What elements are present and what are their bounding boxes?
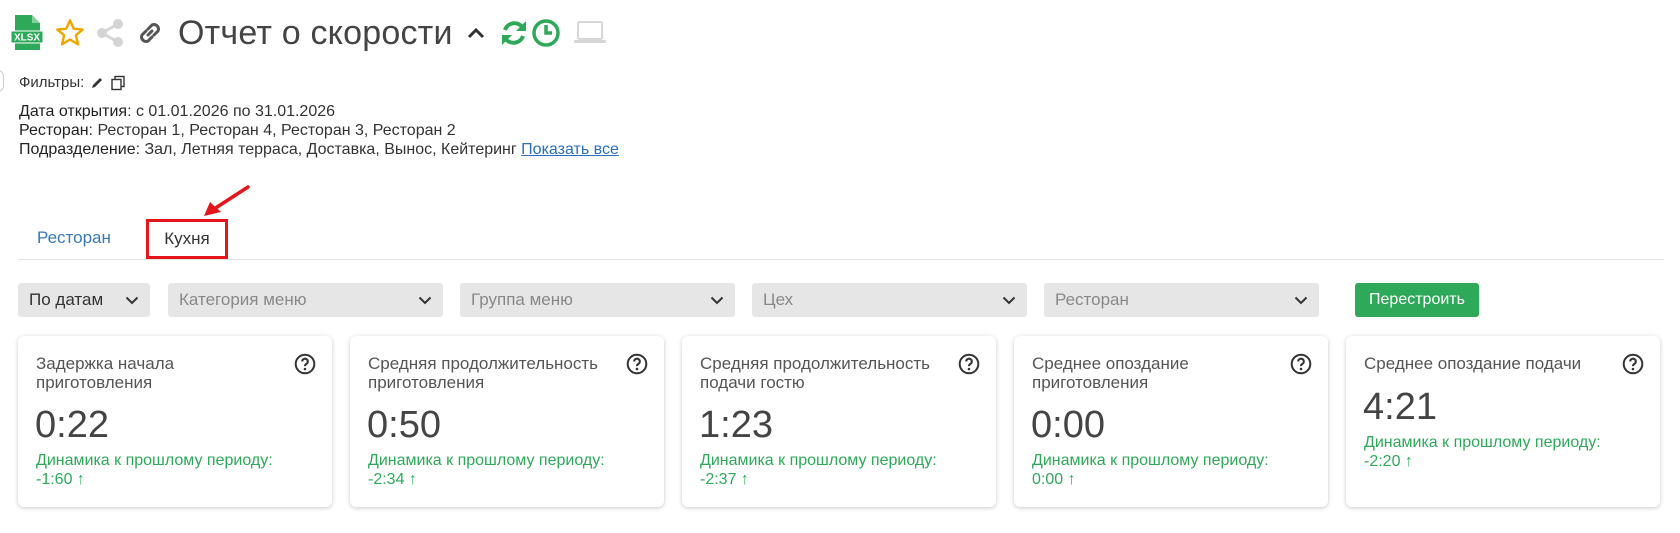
dynamics-label: Динамика к прошлому периоду: xyxy=(368,452,605,469)
card-dynamics: Динамика к прошлому периоду: -1:60 ↑ xyxy=(36,451,273,489)
chevron-down-icon xyxy=(1002,296,1016,304)
chevron-down-icon xyxy=(125,296,139,304)
page-title: Отчет о скорости xyxy=(178,13,453,52)
kpi-card: Средняя продолжительность приготовления … xyxy=(350,336,664,507)
clock-icon[interactable] xyxy=(531,18,561,48)
dynamics-value: -2:37 ↑ xyxy=(700,471,749,488)
rebuild-button[interactable]: Перестроить xyxy=(1355,283,1479,317)
show-all-link[interactable]: Показать все xyxy=(521,141,619,158)
kpi-card: Средняя продолжительность подачи гостю 1… xyxy=(682,336,996,507)
filter-value: : Зал, Летняя терраса, Доставка, Вынос, … xyxy=(135,141,522,158)
card-title: Средняя продолжительность приготовления xyxy=(368,354,599,392)
filter-label: Подразделение xyxy=(19,141,136,158)
pencil-icon[interactable] xyxy=(90,76,104,90)
dynamics-value: -2:34 ↑ xyxy=(368,471,417,488)
filter-label: Дата открытия xyxy=(19,103,128,120)
select-placeholder: Категория меню xyxy=(179,290,307,309)
svg-text:XLSX: XLSX xyxy=(14,33,40,44)
select-placeholder: Группа меню xyxy=(471,290,573,309)
laptop-icon[interactable] xyxy=(573,19,607,47)
report-toolbar: XLSX Отчет о скорости xyxy=(10,10,607,56)
refresh-icon[interactable] xyxy=(499,18,529,48)
select-placeholder: Цех xyxy=(763,290,794,309)
card-title: Среднее опоздание приготовления xyxy=(1032,354,1189,392)
card-value: 0:00 xyxy=(1031,404,1105,446)
chevron-down-icon xyxy=(710,296,724,304)
filter-value: : Ресторан 1, Ресторан 4, Ресторан 3, Ре… xyxy=(88,122,456,139)
card-dynamics: Динамика к прошлому периоду: 0:00 ↑ xyxy=(1032,451,1269,489)
card-dynamics: Динамика к прошлому периоду: -2:20 ↑ xyxy=(1364,433,1601,471)
card-value: 4:21 xyxy=(1363,386,1437,428)
filters-label: Фильтры: xyxy=(19,74,85,91)
chevron-down-icon xyxy=(1294,296,1308,304)
filter-row-date: Дата открытия: с 01.01.2026 по 31.01.202… xyxy=(19,102,619,121)
select-workshop[interactable]: Цех xyxy=(752,283,1027,317)
dynamics-label: Динамика к прошлому периоду: xyxy=(1032,452,1269,469)
tabs-bar: Ресторан Кухня xyxy=(18,218,1664,260)
dynamics-label: Динамика к прошлому периоду: xyxy=(36,452,273,469)
dynamics-value: -1:60 ↑ xyxy=(36,471,85,488)
dynamics-label: Динамика к прошлому периоду: xyxy=(1364,434,1601,451)
card-title: Средняя продолжительность подачи гостю xyxy=(700,354,931,392)
select-restaurant[interactable]: Ресторан xyxy=(1044,283,1319,317)
filters-list: Дата открытия: с 01.01.2026 по 31.01.202… xyxy=(19,102,619,159)
filters-header: Фильтры: xyxy=(19,74,126,91)
select-placeholder: Ресторан xyxy=(1055,290,1129,309)
chevron-down-icon xyxy=(418,296,432,304)
kpi-card: Среднее опоздание подачи 4:21 Динамика к… xyxy=(1346,336,1660,507)
chevron-up-icon[interactable] xyxy=(467,26,485,40)
tab-restaurant[interactable]: Ресторан xyxy=(37,228,111,248)
help-icon[interactable] xyxy=(958,353,980,380)
dynamics-value: -2:20 ↑ xyxy=(1364,453,1413,470)
select-by-dates[interactable]: По датам xyxy=(18,283,150,317)
select-menu-category[interactable]: Категория меню xyxy=(168,283,443,317)
filter-row-division: Подразделение: Зал, Летняя терраса, Дост… xyxy=(19,140,619,159)
kpi-card: Среднее опоздание приготовления 0:00 Дин… xyxy=(1014,336,1328,507)
filter-label: Ресторан xyxy=(19,122,89,139)
help-icon[interactable] xyxy=(626,353,648,380)
annotation-arrow-icon xyxy=(204,185,250,216)
card-dynamics: Динамика к прошлому периоду: -2:37 ↑ xyxy=(700,451,937,489)
select-value: По датам xyxy=(29,290,104,309)
dynamics-label: Динамика к прошлому периоду: xyxy=(700,452,937,469)
share-icon[interactable] xyxy=(94,17,126,49)
kpi-card: Задержка начала приготовления 0:22 Динам… xyxy=(18,336,332,507)
card-title: Задержка начала приготовления xyxy=(36,354,175,392)
star-icon[interactable] xyxy=(54,17,86,49)
select-menu-group[interactable]: Группа меню xyxy=(460,283,735,317)
filter-value: : с 01.01.2026 по 31.01.2026 xyxy=(127,103,336,120)
card-value: 1:23 xyxy=(699,404,773,446)
link-icon[interactable] xyxy=(134,17,166,49)
card-title: Среднее опоздание подачи xyxy=(1364,354,1582,373)
copy-icon[interactable] xyxy=(110,75,126,91)
card-value: 0:22 xyxy=(35,404,109,446)
dynamics-value: 0:00 ↑ xyxy=(1032,471,1076,488)
help-icon[interactable] xyxy=(294,353,316,380)
tab-kitchen[interactable]: Кухня xyxy=(146,219,228,259)
card-dynamics: Динамика к прошлому периоду: -2:34 ↑ xyxy=(368,451,605,489)
side-panel-handle[interactable] xyxy=(0,70,4,92)
help-icon[interactable] xyxy=(1622,353,1644,380)
card-value: 0:50 xyxy=(367,404,441,446)
filter-row-restaurant: Ресторан: Ресторан 1, Ресторан 4, Рестор… xyxy=(19,121,619,140)
help-icon[interactable] xyxy=(1290,353,1312,380)
xlsx-export-icon[interactable]: XLSX xyxy=(10,14,44,52)
